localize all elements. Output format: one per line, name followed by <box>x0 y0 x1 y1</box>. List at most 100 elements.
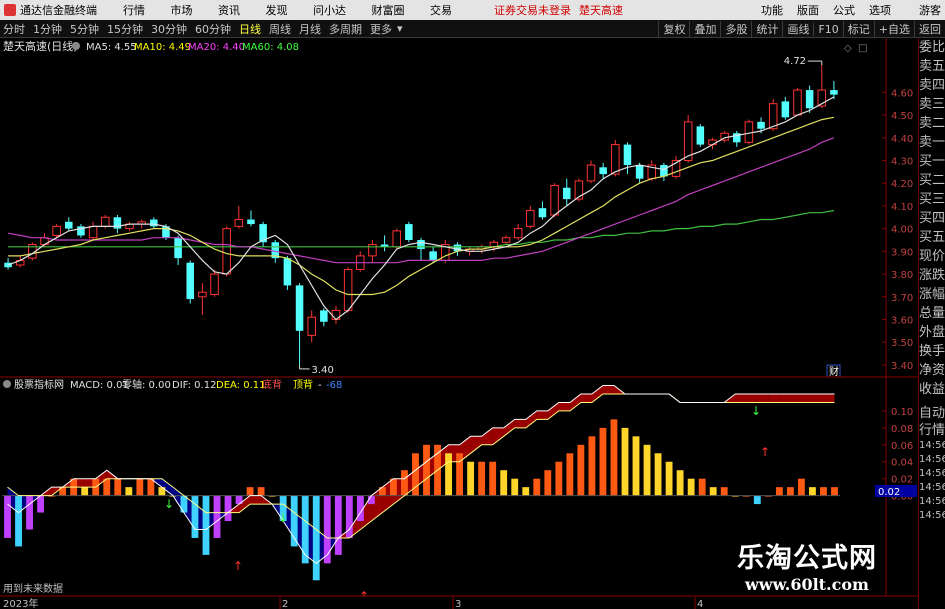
menu-item-trade[interactable]: 交易 <box>430 4 452 17</box>
menu-item-ask[interactable]: 问小达 <box>313 4 346 17</box>
dash-label: - <box>318 380 322 391</box>
dea-value: DEA: 0.11 <box>216 380 266 391</box>
dif-dea-ribbon <box>602 385 614 394</box>
period-more[interactable]: 更多 <box>367 21 395 37</box>
side-item[interactable]: 买一 <box>919 152 945 171</box>
period-monthly[interactable]: 月线 <box>296 21 324 37</box>
btn-stats[interactable]: 统计 <box>751 21 782 37</box>
kline-chart[interactable]: 楚天高速(日线) MA5: 4.55 MA10: 4.49 MA20: 4.40… <box>0 38 945 609</box>
macd-bar <box>676 470 684 496</box>
panel-settings-icon[interactable] <box>72 42 80 50</box>
finance-badge-label: 财 <box>829 365 839 378</box>
menu-item-news[interactable]: 资讯 <box>218 4 240 17</box>
side-item[interactable]: 总量 <box>919 304 945 323</box>
period-daily[interactable]: 日线 <box>236 21 264 37</box>
btn-multistock[interactable]: 多股 <box>720 21 751 37</box>
menu-item-discover[interactable]: 发现 <box>266 4 288 17</box>
menu-item-formula[interactable]: 公式 <box>833 2 855 18</box>
side-item[interactable]: 现价 <box>919 247 945 266</box>
top-divergence-label: 顶背 <box>293 378 313 391</box>
macd-bar <box>125 487 133 496</box>
login-warning[interactable]: 证券交易未登录 <box>494 2 571 18</box>
macd-tick-label: 0.04 <box>891 458 913 469</box>
btn-adjust[interactable]: 复权 <box>658 21 689 37</box>
dif-dea-ribbon <box>768 394 780 403</box>
side-item[interactable]: 卖四 <box>919 76 945 95</box>
more-dropdown-icon[interactable]: ▾ <box>397 22 403 35</box>
side-time: 14:56 <box>919 482 945 493</box>
macd-bar <box>81 487 89 496</box>
menu-item-wealth[interactable]: 财富圈 <box>372 4 405 17</box>
indicator-settings-icon[interactable] <box>3 380 11 388</box>
btn-overlay[interactable]: 叠加 <box>689 21 720 37</box>
macd-bar <box>224 495 232 522</box>
side-item[interactable]: 外盘 <box>919 323 945 342</box>
candle-body-up <box>100 216 110 227</box>
side-item[interactable]: 买五 <box>919 228 945 247</box>
side-item[interactable]: 买四 <box>919 209 945 228</box>
time-label-year: 2023年 <box>3 597 38 609</box>
period-tick[interactable]: 分时 <box>0 21 28 37</box>
time-label-mar: 3 <box>455 599 461 609</box>
macd-bar <box>809 487 816 496</box>
dif-dea-ribbon <box>525 410 537 428</box>
user-guest[interactable]: 游客 <box>919 2 941 18</box>
side-item[interactable]: 委比 <box>919 38 945 57</box>
menu-item-options[interactable]: 选项 <box>869 2 891 18</box>
period-5m[interactable]: 5分钟 <box>67 21 102 37</box>
price-tick-label: 3.90 <box>891 247 913 258</box>
period-1m[interactable]: 1分钟 <box>30 21 65 37</box>
menu-item-layout[interactable]: 版面 <box>797 2 819 18</box>
panel-close-icon[interactable]: □ <box>858 43 867 54</box>
candles-layer <box>4 65 838 365</box>
side-item[interactable]: 卖一 <box>919 133 945 152</box>
indicator-title[interactable]: 股票指标网 <box>14 378 64 391</box>
zoom-icon[interactable]: ◇ <box>844 43 852 54</box>
macd-bar <box>588 436 596 496</box>
side-item[interactable]: 自动 <box>919 405 945 422</box>
macd-bar <box>698 478 706 496</box>
macd-bar <box>15 495 22 547</box>
side-item[interactable]: 买二 <box>919 171 945 190</box>
btn-add-favorite[interactable]: +自选 <box>873 21 914 37</box>
side-item[interactable]: 净资 <box>919 361 945 380</box>
macd-bar <box>720 487 728 496</box>
side-item[interactable]: 行情 <box>919 422 945 439</box>
side-item[interactable]: 涨跌 <box>919 266 945 285</box>
btn-draw[interactable]: 画线 <box>782 21 813 37</box>
period-15m[interactable]: 15分钟 <box>104 21 146 37</box>
period-60m[interactable]: 60分钟 <box>192 21 234 37</box>
period-30m[interactable]: 30分钟 <box>148 21 190 37</box>
side-item[interactable]: 换手 <box>919 342 945 361</box>
macd-bar <box>312 495 320 581</box>
menu-item-quotes[interactable]: 行情 <box>123 4 145 17</box>
btn-back[interactable]: 返回 <box>914 21 945 37</box>
side-item[interactable]: 买三 <box>919 190 945 209</box>
macd-bar <box>114 478 122 496</box>
side-item[interactable]: 卖五 <box>919 57 945 76</box>
side-item[interactable]: 收益 <box>919 380 945 399</box>
period-multi[interactable]: 多周期 <box>326 21 365 37</box>
btn-f10[interactable]: F10 <box>813 22 842 36</box>
macd-bar <box>654 453 662 496</box>
dif-dea-ribbon <box>481 427 493 445</box>
dif-dea-ribbon <box>790 394 802 403</box>
macd-bar <box>423 444 430 496</box>
candle-body-up <box>550 184 559 216</box>
side-time: 14:56 <box>919 510 945 521</box>
menu-item-function[interactable]: 功能 <box>761 2 783 18</box>
zero-axis-value: 零轴: 0.00 <box>122 378 171 391</box>
macd-layer: ↓↓↓↑↑↑ <box>2 385 840 603</box>
period-weekly[interactable]: 周线 <box>266 21 294 37</box>
candle-body-up <box>392 230 401 248</box>
side-item[interactable]: 涨幅 <box>919 285 945 304</box>
price-tick-label: 3.70 <box>891 293 913 304</box>
candle-body-up <box>198 291 207 298</box>
side-item[interactable]: 卖三 <box>919 95 945 114</box>
low-price-label: 3.40 <box>312 365 334 376</box>
btn-mark[interactable]: 标记 <box>842 21 874 37</box>
menu-item-market[interactable]: 市场 <box>171 4 193 17</box>
macd-bar <box>390 478 397 496</box>
side-item[interactable]: 卖二 <box>919 114 945 133</box>
candle-body-down <box>417 239 425 250</box>
